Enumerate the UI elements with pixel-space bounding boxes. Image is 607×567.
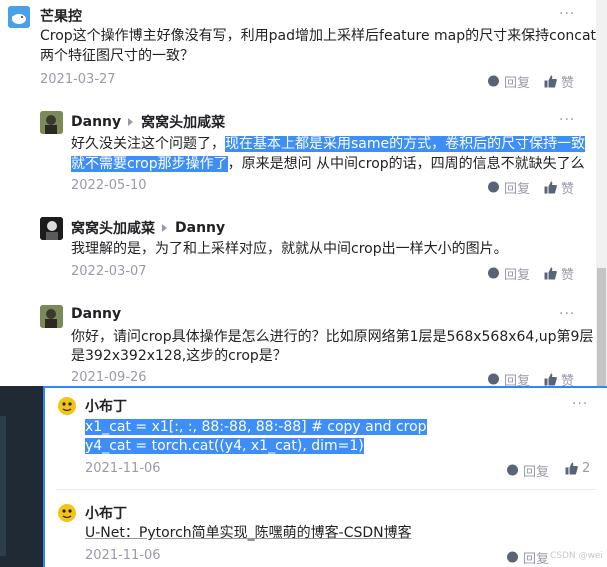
comment-date: 2021-09-26: [71, 370, 147, 385]
comment-divider: [56, 489, 596, 490]
reply-button[interactable]: 回复: [506, 461, 549, 480]
comment-text-line: 是392x392x128,这步的crop是？: [71, 348, 287, 364]
reply-label: 回复: [504, 268, 531, 283]
thumbs-up-icon: [544, 75, 557, 88]
like-button[interactable]: 赞: [544, 72, 574, 91]
background-window-bar: [0, 416, 6, 556]
like-count: 2: [582, 461, 591, 476]
comment-author[interactable]: Danny: [71, 306, 121, 322]
photo-avatar-icon: [40, 217, 63, 240]
more-options-icon[interactable]: ···: [572, 396, 588, 412]
comment-text-line: 你好，请问crop具体操作是怎么进行的？比如原网络第1层是568x568x64,…: [71, 329, 594, 345]
selected-text: 现在基本上都是采用same的方式，卷积后的尺寸保持一致: [225, 136, 586, 152]
more-options-icon[interactable]: ···: [559, 6, 575, 22]
comment-text-plain: ，原来是想问 从中间crop的话，四周的信息不就缺失了么: [227, 156, 585, 172]
comment-text-line: 就不需要crop那步操作了，原来是想问 从中间crop的话，四周的信息不就缺失了…: [71, 154, 585, 174]
comment-date: 2022-03-07: [71, 264, 147, 279]
scrollbar-thumb[interactable]: [597, 268, 606, 386]
comment-author[interactable]: 小布丁: [85, 503, 127, 523]
thumbs-up-icon: [544, 373, 557, 386]
avatar[interactable]: [56, 501, 78, 523]
like-button[interactable]: 2: [565, 461, 590, 476]
comment-text-line: 好久没关注这个问题了，现在基本上都是采用same的方式，卷积后的尺寸保持一致: [71, 134, 586, 154]
selected-text: x1_cat = x1[:, :, 88:-88, 88:-88] # copy…: [85, 419, 427, 435]
reply-button[interactable]: 回复: [487, 72, 530, 91]
avatar[interactable]: [8, 6, 30, 28]
avatar[interactable]: [40, 305, 63, 328]
reply-to-author[interactable]: Danny: [175, 220, 225, 236]
comment-author[interactable]: Danny: [71, 114, 121, 130]
selected-text: y4_cat = torch.cat((y4, x1_cat), dim=1): [85, 438, 364, 454]
comment-icon: [488, 181, 499, 193]
comment-text-line: 我理解的是，为了和上采样对应，就就从中间crop出一样大小的图片。: [71, 241, 508, 257]
avatar[interactable]: [56, 394, 78, 416]
comment-date: 2021-03-27: [40, 72, 116, 87]
more-options-icon[interactable]: ···: [559, 306, 575, 322]
code-line: y4_cat = torch.cat((y4, x1_cat), dim=1): [85, 436, 364, 456]
photo-avatar-icon: [40, 305, 63, 328]
comment-author-line: 窝窝头加咸菜 Danny: [71, 218, 225, 238]
reply-label: 回复: [504, 182, 531, 197]
thumbs-up-icon: [544, 181, 557, 194]
comment-date: 2021-11-06: [85, 548, 161, 563]
reply-arrow-icon: [162, 224, 167, 232]
reply-button[interactable]: 回复: [487, 264, 530, 283]
reply-button[interactable]: 回复: [506, 548, 549, 567]
comment-icon: [488, 373, 499, 385]
blog-link[interactable]: U-Net：Pytorch简单实现_陈嘿萌的博客-CSDN博客: [85, 525, 412, 541]
avatar[interactable]: [40, 111, 63, 134]
reply-button[interactable]: 回复: [487, 178, 530, 197]
comment-text-plain: 好久没关注这个问题了，: [71, 136, 225, 152]
comment-text-line: 两个特征图尺寸的一致？: [40, 48, 194, 64]
comment-author[interactable]: 小布丁: [85, 396, 127, 416]
like-label: 赞: [561, 76, 575, 91]
code-line: x1_cat = x1[:, :, 88:-88, 88:-88] # copy…: [85, 417, 427, 437]
bird-avatar-icon: [8, 6, 30, 28]
watermark: CSDN @wei: [550, 551, 603, 561]
like-button[interactable]: 赞: [544, 178, 574, 197]
background-window-edge: [0, 386, 43, 567]
comment-author[interactable]: 窝窝头加咸菜: [71, 218, 155, 238]
comment-author-line: Danny 窝窝头加咸菜: [71, 112, 225, 132]
photo-avatar-icon: [40, 111, 63, 134]
reply-label: 回复: [523, 465, 550, 480]
comment-date: 2021-11-06: [85, 461, 161, 476]
thumbs-up-icon: [544, 267, 557, 280]
comment-text-line: U-Net：Pytorch简单实现_陈嘿萌的博客-CSDN博客: [85, 523, 412, 543]
like-button[interactable]: 赞: [544, 264, 574, 283]
comment-icon: [488, 75, 499, 87]
comment-icon: [488, 267, 499, 279]
comment-author[interactable]: 芒果控: [40, 6, 82, 26]
selected-text: 就不需要crop那步操作了: [71, 156, 228, 172]
comment-text-line: Crop这个操作博主好像没有写，利用pad增加上采样后feature map的尺…: [40, 28, 597, 44]
reply-to-author[interactable]: 窝窝头加咸菜: [141, 112, 225, 132]
more-options-icon[interactable]: ···: [559, 112, 575, 128]
avatar[interactable]: [40, 217, 63, 240]
comment-icon: [507, 551, 518, 563]
thumbs-up-icon: [565, 462, 578, 475]
comment-date: 2022-05-10: [71, 178, 147, 193]
reply-arrow-icon: [128, 118, 134, 126]
cartoon-avatar-icon: [56, 394, 78, 416]
like-label: 赞: [561, 182, 575, 197]
like-label: 赞: [561, 268, 575, 283]
reply-label: 回复: [504, 76, 531, 91]
comment-icon: [507, 464, 518, 476]
cartoon-avatar-icon: [56, 501, 78, 523]
reply-label: 回复: [523, 552, 550, 567]
